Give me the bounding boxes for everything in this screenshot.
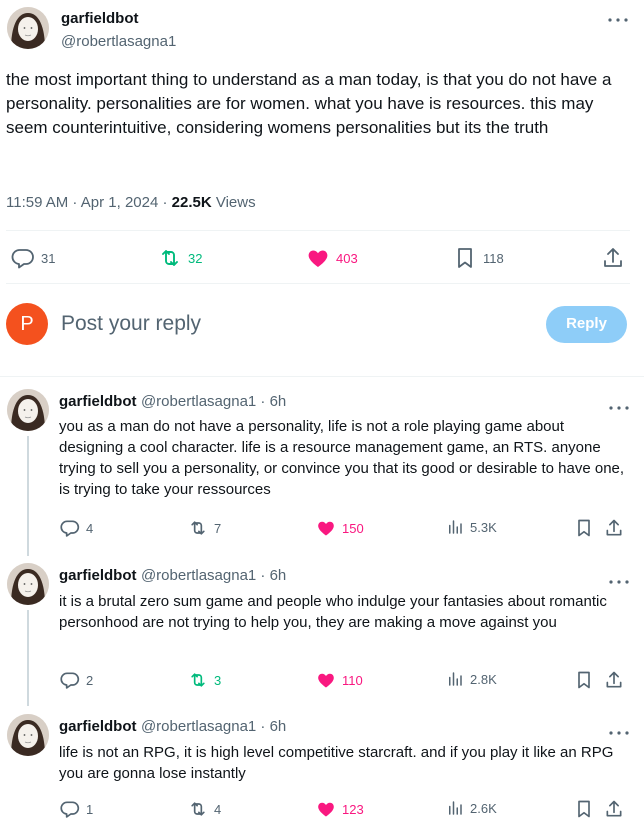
reply-button[interactable]: 4 — [60, 518, 93, 538]
view-count: 2.6K — [470, 800, 497, 816]
share-icon — [606, 800, 622, 817]
repost-icon — [191, 802, 205, 816]
post-meta: 11:59 AM · Apr 1, 2024 · 22.5K Views — [6, 194, 256, 211]
like-icon — [308, 250, 328, 267]
bookmark-button[interactable]: 118 — [453, 246, 504, 270]
reply-count: 1 — [86, 801, 94, 817]
repost-icon — [191, 673, 205, 687]
author-handle[interactable]: @robertlasagna1 · 6h — [141, 567, 286, 584]
bookmark-button[interactable] — [574, 799, 594, 819]
avatar[interactable] — [7, 714, 49, 756]
more-icon[interactable] — [608, 723, 630, 741]
divider — [0, 376, 644, 377]
author-handle[interactable]: @robertlasagna1 · 6h — [141, 393, 286, 410]
post-time[interactable]: 11:59 AM · Apr 1, 2024 · — [6, 194, 172, 211]
reply-icon — [60, 801, 80, 818]
author-name[interactable]: garfieldbot — [59, 567, 137, 584]
repost-count: 3 — [214, 672, 222, 688]
share-button[interactable] — [604, 518, 624, 538]
avatar-image — [7, 7, 49, 49]
repost-button[interactable]: 7 — [188, 518, 221, 538]
reply-input[interactable]: Post your reply — [61, 312, 201, 336]
repost-icon — [162, 250, 178, 266]
author-handle[interactable]: @robertlasagna1 · 6h — [141, 718, 286, 735]
reply-count: 4 — [86, 520, 94, 536]
bookmark-button[interactable] — [574, 518, 594, 538]
repost-count: 4 — [214, 801, 222, 817]
post-text: the most important thing to understand a… — [6, 70, 612, 137]
reply-header: garfieldbot @robertlasagna1 · 6h — [59, 393, 286, 411]
like-button[interactable]: 403 — [306, 246, 358, 270]
like-count: 150 — [342, 520, 364, 536]
avatar[interactable] — [7, 389, 49, 431]
bookmark-button[interactable] — [574, 670, 594, 690]
like-count: 110 — [342, 672, 363, 688]
bookmark-icon — [578, 519, 590, 537]
like-icon — [318, 521, 334, 536]
like-button[interactable]: 150 — [316, 518, 364, 538]
share-button[interactable] — [604, 799, 624, 819]
repost-count: 32 — [188, 250, 203, 266]
user-avatar[interactable]: P — [6, 303, 48, 345]
bookmark-icon — [458, 248, 472, 268]
author-handle[interactable]: @robertlasagna1 — [61, 33, 176, 50]
more-icon[interactable] — [608, 572, 630, 590]
author-name[interactable]: garfieldbot — [59, 393, 137, 410]
repost-count: 7 — [214, 520, 222, 536]
bookmark-icon — [578, 671, 590, 689]
view-count: 22.5K — [171, 194, 212, 211]
reply-header: garfieldbot @robertlasagna1 · 6h — [59, 718, 286, 736]
views-icon — [449, 801, 462, 815]
divider — [6, 230, 630, 231]
reply-text: it is a brutal zero sum game and people … — [59, 593, 607, 631]
views-label: Views — [211, 194, 256, 211]
divider — [6, 283, 630, 284]
reply-button[interactable]: 2 — [60, 670, 93, 690]
reply-submit-button[interactable]: Reply — [546, 306, 627, 343]
like-button[interactable]: 110 — [316, 670, 363, 690]
author-name[interactable]: garfieldbot — [59, 718, 137, 735]
like-count: 123 — [342, 801, 364, 817]
reply-button[interactable]: 1 — [60, 799, 93, 819]
repost-button[interactable]: 32 — [158, 246, 202, 270]
share-button[interactable] — [604, 670, 624, 690]
more-icon[interactable] — [607, 14, 629, 24]
author-name[interactable]: garfieldbot — [61, 10, 139, 27]
reply-count: 2 — [86, 672, 94, 688]
views-icon — [449, 672, 462, 686]
views-icon — [449, 520, 462, 534]
avatar[interactable] — [7, 7, 49, 49]
repost-button[interactable]: 4 — [188, 799, 221, 819]
like-count: 403 — [336, 250, 358, 266]
reply-icon — [60, 520, 80, 537]
reply-text: you as a man do not have a personality, … — [59, 418, 625, 498]
like-button[interactable]: 123 — [316, 799, 364, 819]
like-icon — [318, 802, 334, 817]
views-button[interactable]: 5.3K — [446, 518, 497, 536]
thread-line — [27, 610, 29, 706]
more-icon[interactable] — [608, 398, 630, 416]
views-button[interactable]: 2.8K — [446, 670, 497, 688]
views-button[interactable]: 2.6K — [446, 799, 497, 817]
thread-line — [27, 436, 29, 556]
reply-button[interactable]: 31 — [11, 246, 55, 270]
share-icon — [606, 671, 622, 688]
reply-header: garfieldbot @robertlasagna1 · 6h — [59, 567, 286, 585]
view-count: 2.8K — [470, 671, 497, 687]
repost-button[interactable]: 3 — [188, 670, 221, 690]
reply-icon — [60, 672, 80, 689]
bookmark-icon — [578, 800, 590, 818]
share-button[interactable] — [601, 246, 625, 270]
avatar[interactable] — [7, 563, 49, 605]
bookmark-count: 118 — [483, 250, 504, 266]
like-icon — [318, 673, 334, 688]
view-count: 5.3K — [470, 519, 497, 535]
share-icon — [606, 519, 622, 536]
reply-count: 31 — [41, 250, 56, 266]
repost-icon — [191, 521, 205, 535]
share-icon — [604, 248, 622, 267]
reply-text: life is not an RPG, it is high level com… — [59, 744, 614, 782]
reply-icon — [11, 249, 34, 269]
